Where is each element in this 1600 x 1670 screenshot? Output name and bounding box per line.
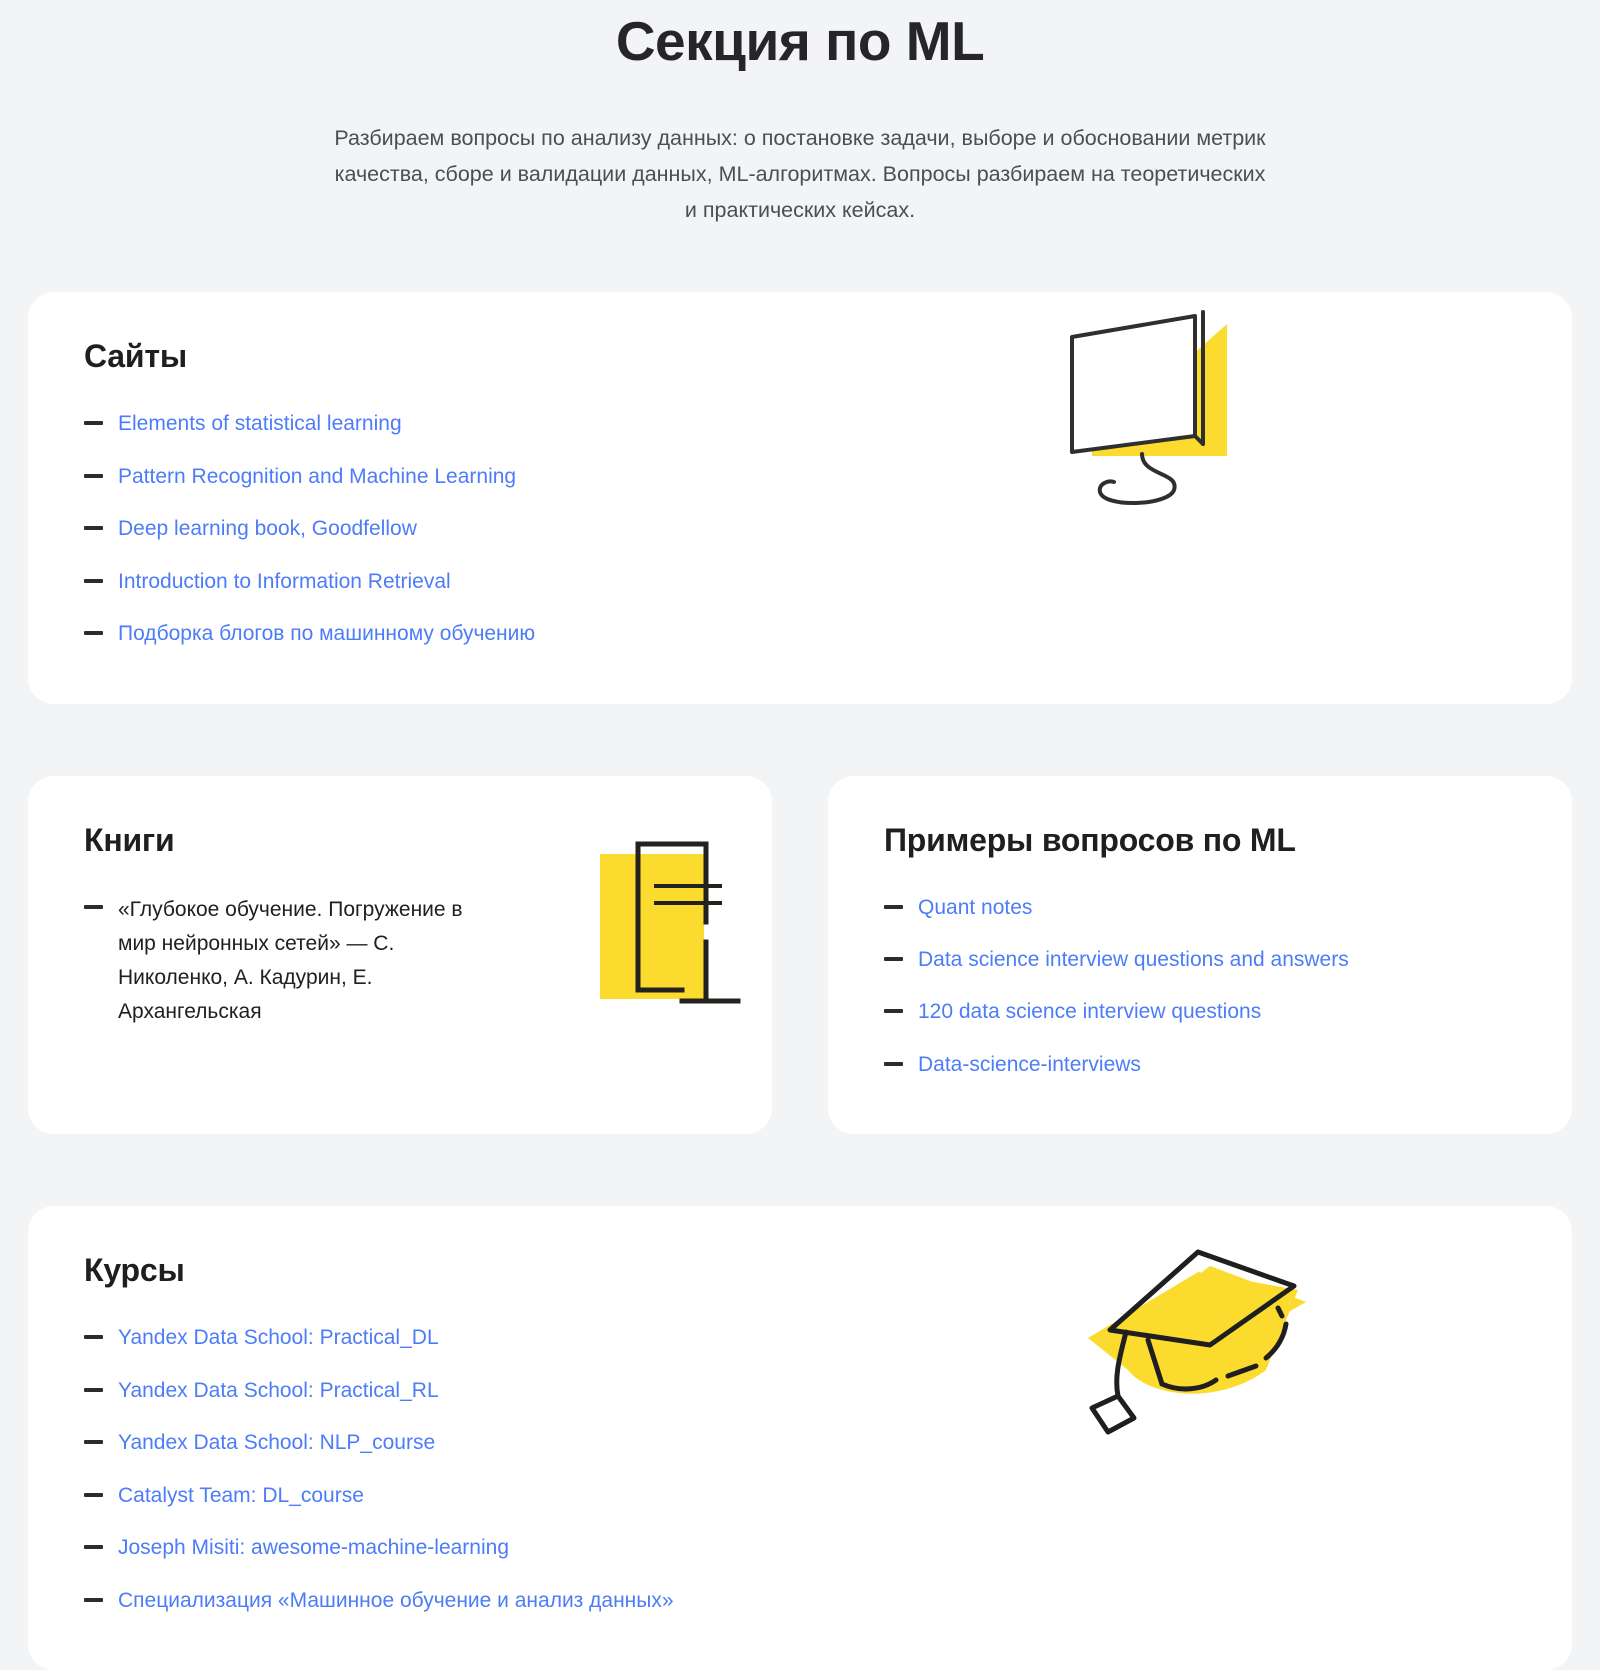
link-joseph-misiti-awesome-machine-learning[interactable]: Joseph Misiti: awesome-machine-learning [118, 1533, 509, 1563]
card-sites: Сайты Elements of statistical learning P… [28, 292, 1572, 704]
card-books: Книги «Глубокое обучение. Погружение в м… [28, 775, 772, 1135]
dash-icon [84, 1492, 103, 1497]
link-yandex-data-school-nlp-course[interactable]: Yandex Data School: NLP_course [118, 1428, 435, 1458]
page-header: Секция по ML Разбираем вопросы по анализ… [0, 0, 1600, 228]
dash-icon [84, 1387, 103, 1392]
list-books: «Глубокое обучение. Погружение в мир ней… [84, 885, 716, 1037]
link-list-questions: Quant notes Data science interview quest… [884, 885, 1516, 1089]
list-item[interactable]: Yandex Data School: Practical_RL [84, 1368, 1516, 1414]
link-yandex-data-school-practical-rl[interactable]: Yandex Data School: Practical_RL [118, 1376, 439, 1406]
list-item[interactable]: Yandex Data School: Practical_DL [84, 1315, 1516, 1361]
list-item[interactable]: Yandex Data School: NLP_course [84, 1420, 1516, 1466]
list-item[interactable]: Специализация «Машинное обучение и анали… [84, 1578, 1516, 1624]
list-item[interactable]: Подборка блогов по машинному обучению [84, 611, 1516, 657]
book-title-nikolenko: «Глубокое обучение. Погружение в мир ней… [118, 897, 463, 1023]
card-title: Курсы [84, 1252, 185, 1289]
card-title: Сайты [84, 338, 187, 375]
link-catalyst-team-dl-course[interactable]: Catalyst Team: DL_course [118, 1481, 364, 1511]
link-list-sites: Elements of statistical learning Pattern… [84, 401, 1516, 657]
list-item[interactable]: Deep learning book, Goodfellow [84, 506, 1516, 552]
link-yandex-data-school-practical-dl[interactable]: Yandex Data School: Practical_DL [118, 1323, 439, 1353]
list-item[interactable]: Joseph Misiti: awesome-machine-learning [84, 1525, 1516, 1571]
dash-icon [884, 957, 903, 962]
card-title: Книги [84, 821, 175, 858]
dash-icon [84, 1440, 103, 1445]
dash-icon [84, 421, 103, 426]
page-title: Секция по ML [615, 10, 985, 72]
link-introduction-to-information-retrieval[interactable]: Introduction to Information Retrieval [118, 567, 451, 597]
link-pattern-recognition-and-machine-learning[interactable]: Pattern Recognition and Machine Learning [118, 462, 516, 492]
link-podborka-blogov[interactable]: Подборка блогов по машинному обучению [118, 619, 535, 649]
list-item[interactable]: Elements of statistical learning [84, 401, 1516, 447]
link-quant-notes[interactable]: Quant notes [918, 893, 1032, 923]
link-specializaciya-mashinnoe-obuchenie[interactable]: Специализация «Машинное обучение и анали… [118, 1586, 674, 1616]
page-root: Секция по ML Разбираем вопросы по анализ… [0, 0, 1600, 1670]
dash-icon [884, 904, 903, 909]
list-item[interactable]: 120 data science interview questions [884, 989, 1516, 1035]
cards-row: Книги «Глубокое обучение. Погружение в м… [28, 775, 1572, 1135]
dash-icon [84, 473, 103, 478]
list-item[interactable]: Introduction to Information Retrieval [84, 559, 1516, 605]
dash-icon [84, 526, 103, 531]
card-ml-questions: Примеры вопросов по ML Quant notes Data … [828, 775, 1572, 1135]
list-item[interactable]: Quant notes [884, 885, 1516, 931]
dash-icon [884, 1009, 903, 1014]
page-subtitle: Разбираем вопросы по анализу данных: о п… [334, 126, 1266, 223]
dash-icon [84, 904, 103, 909]
link-deep-learning-book-goodfellow[interactable]: Deep learning book, Goodfellow [118, 514, 417, 544]
list-item[interactable]: Data science interview questions and ans… [884, 937, 1516, 983]
dash-icon [84, 631, 103, 636]
list-item[interactable]: Pattern Recognition and Machine Learning [84, 454, 1516, 500]
card-courses: Курсы Yandex Data School: Practical_DL Y… [28, 1206, 1572, 1670]
list-item[interactable]: Catalyst Team: DL_course [84, 1473, 1516, 1519]
card-title: Примеры вопросов по ML [884, 821, 1296, 858]
dash-icon [84, 1545, 103, 1550]
link-elements-of-statistical-learning[interactable]: Elements of statistical learning [118, 409, 402, 439]
link-120-data-science-interview-questions[interactable]: 120 data science interview questions [918, 997, 1261, 1027]
link-data-science-interviews[interactable]: Data-science-interviews [918, 1050, 1141, 1080]
link-data-science-interview-questions-and-answers[interactable]: Data science interview questions and ans… [918, 945, 1349, 975]
dash-icon [84, 1335, 103, 1340]
link-list-courses: Yandex Data School: Practical_DL Yandex … [84, 1315, 1516, 1624]
dash-icon [84, 578, 103, 583]
dash-icon [884, 1061, 903, 1066]
list-item[interactable]: Data-science-interviews [884, 1042, 1516, 1088]
list-item: «Глубокое обучение. Погружение в мир ней… [84, 885, 716, 1037]
cards-container: Сайты Elements of statistical learning P… [0, 292, 1600, 1670]
